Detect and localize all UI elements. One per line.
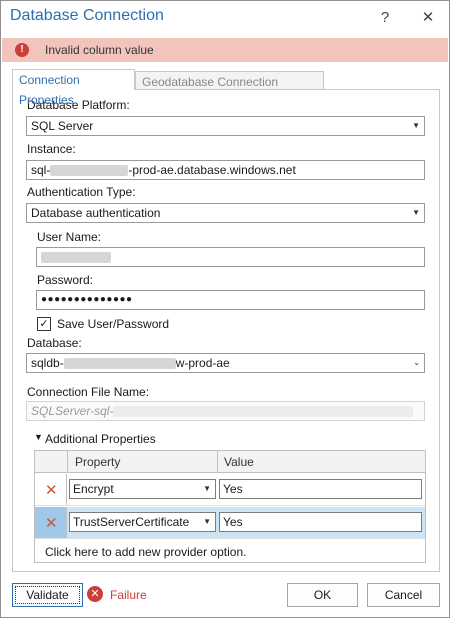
error-message: Invalid column value bbox=[45, 43, 154, 57]
table-header: Property Value bbox=[35, 451, 425, 473]
save-user-password-label: Save User/Password bbox=[57, 317, 170, 331]
delete-row-icon[interactable]: ✕ bbox=[45, 514, 58, 532]
close-icon[interactable]: ✕ bbox=[417, 7, 439, 29]
property-dropdown[interactable]: Encrypt ▼ bbox=[69, 479, 216, 499]
add-provider-option-link[interactable]: Click here to add new provider option. bbox=[45, 545, 246, 559]
database-suffix: w-prod-ae bbox=[175, 356, 230, 370]
database-dropdown[interactable]: sqldb-w-prod-ae ⌄ bbox=[26, 353, 425, 373]
chevron-down-icon: ▼ bbox=[203, 484, 211, 493]
auth-type-value: Database authentication bbox=[31, 206, 161, 220]
property-dropdown[interactable]: TrustServerCertificate ▼ bbox=[69, 512, 216, 532]
connection-file-name-value: SQLServer-sql- bbox=[31, 404, 114, 418]
property-column-header: Property bbox=[75, 455, 121, 469]
validation-status: Failure bbox=[110, 588, 147, 602]
delete-row-icon[interactable]: ✕ bbox=[45, 481, 58, 499]
platform-dropdown[interactable]: SQL Server ▼ bbox=[26, 116, 425, 136]
table-row[interactable]: ✕ TrustServerCertificate ▼ Yes bbox=[35, 507, 425, 539]
additional-properties-label[interactable]: Additional Properties bbox=[45, 432, 156, 446]
value-column-header: Value bbox=[224, 455, 254, 469]
user-name-label: User Name: bbox=[37, 230, 102, 244]
chevron-down-icon: ▼ bbox=[203, 517, 211, 526]
failure-icon: ✕ bbox=[87, 586, 103, 602]
validate-button[interactable]: Validate bbox=[12, 583, 83, 607]
redacted-text bbox=[41, 252, 111, 264]
property-value: Encrypt bbox=[73, 482, 114, 496]
instance-suffix: -prod-ae.database.windows.net bbox=[128, 163, 296, 177]
tab-geodatabase-connection-properties[interactable]: Geodatabase Connection Properties bbox=[135, 71, 324, 109]
password-label: Password: bbox=[37, 273, 94, 287]
redacted-text bbox=[63, 358, 176, 370]
cancel-button[interactable]: Cancel bbox=[367, 583, 440, 607]
auth-type-dropdown[interactable]: Database authentication ▼ bbox=[26, 203, 425, 223]
user-name-input[interactable] bbox=[36, 247, 425, 267]
chevron-down-icon: ▼ bbox=[412, 208, 420, 217]
value-input[interactable]: Yes bbox=[219, 479, 422, 499]
instance-prefix: sql- bbox=[31, 163, 51, 177]
error-banner: ! Invalid column value bbox=[2, 38, 448, 62]
ok-button[interactable]: OK bbox=[287, 583, 358, 607]
auth-type-label: Authentication Type: bbox=[27, 185, 136, 199]
additional-properties-table: Property Value ✕ Encrypt ▼ Yes ✕ TrustSe… bbox=[34, 450, 426, 563]
row-header: ✕ bbox=[35, 507, 67, 538]
chevron-down-icon[interactable]: ▼ bbox=[34, 432, 43, 442]
database-label: Database: bbox=[27, 336, 82, 350]
property-value: TrustServerCertificate bbox=[73, 515, 190, 529]
title-bar: Database Connection ? ✕ bbox=[1, 1, 449, 35]
chevron-down-icon: ⌄ bbox=[413, 358, 420, 367]
instance-input[interactable]: sql- -prod-ae.database.windows.net bbox=[26, 160, 425, 180]
save-user-password-checkbox[interactable]: ✓ bbox=[37, 317, 51, 331]
platform-value: SQL Server bbox=[31, 119, 94, 133]
table-row[interactable]: ✕ Encrypt ▼ Yes bbox=[35, 474, 425, 506]
error-icon: ! bbox=[15, 43, 29, 57]
connection-file-name-input: SQLServer-sql- bbox=[26, 401, 425, 421]
value-input[interactable]: Yes bbox=[219, 512, 422, 532]
database-prefix: sqldb- bbox=[31, 356, 64, 370]
redacted-text bbox=[113, 406, 414, 418]
database-connection-dialog: Database Connection ? ✕ ! Invalid column… bbox=[0, 0, 450, 618]
chevron-down-icon: ▼ bbox=[412, 121, 420, 130]
redacted-text bbox=[50, 165, 129, 177]
dialog-title: Database Connection bbox=[10, 7, 164, 24]
instance-label: Instance: bbox=[27, 142, 76, 156]
row-header: ✕ bbox=[35, 474, 67, 505]
help-icon[interactable]: ? bbox=[374, 7, 396, 29]
password-input[interactable]: ●●●●●●●●●●●●●● bbox=[36, 290, 425, 310]
connection-file-name-label: Connection File Name: bbox=[27, 385, 150, 399]
tab-connection-properties[interactable]: Connection Properties bbox=[12, 69, 135, 107]
